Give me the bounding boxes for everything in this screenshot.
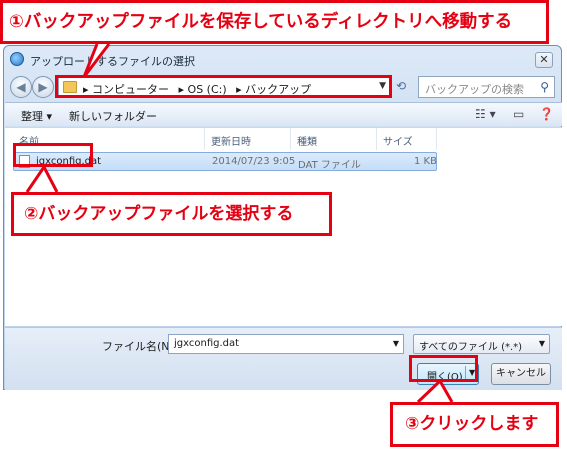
- screenshot-stage: アップロードするファイルの選択 ✕ ◀ ▶ ▸ コンピューター ▸ OS (C:…: [0, 0, 567, 450]
- annotation-step1: ①バックアップファイルを保存しているディレクトリへ移動する: [0, 0, 549, 44]
- annotation-step3: ③クリックします: [390, 402, 559, 447]
- arrow-step1: [82, 43, 111, 78]
- arrow-step2: [25, 164, 59, 193]
- arrow-step3: [416, 378, 454, 404]
- annotation-step2: ②バックアップファイルを選択する: [11, 192, 332, 236]
